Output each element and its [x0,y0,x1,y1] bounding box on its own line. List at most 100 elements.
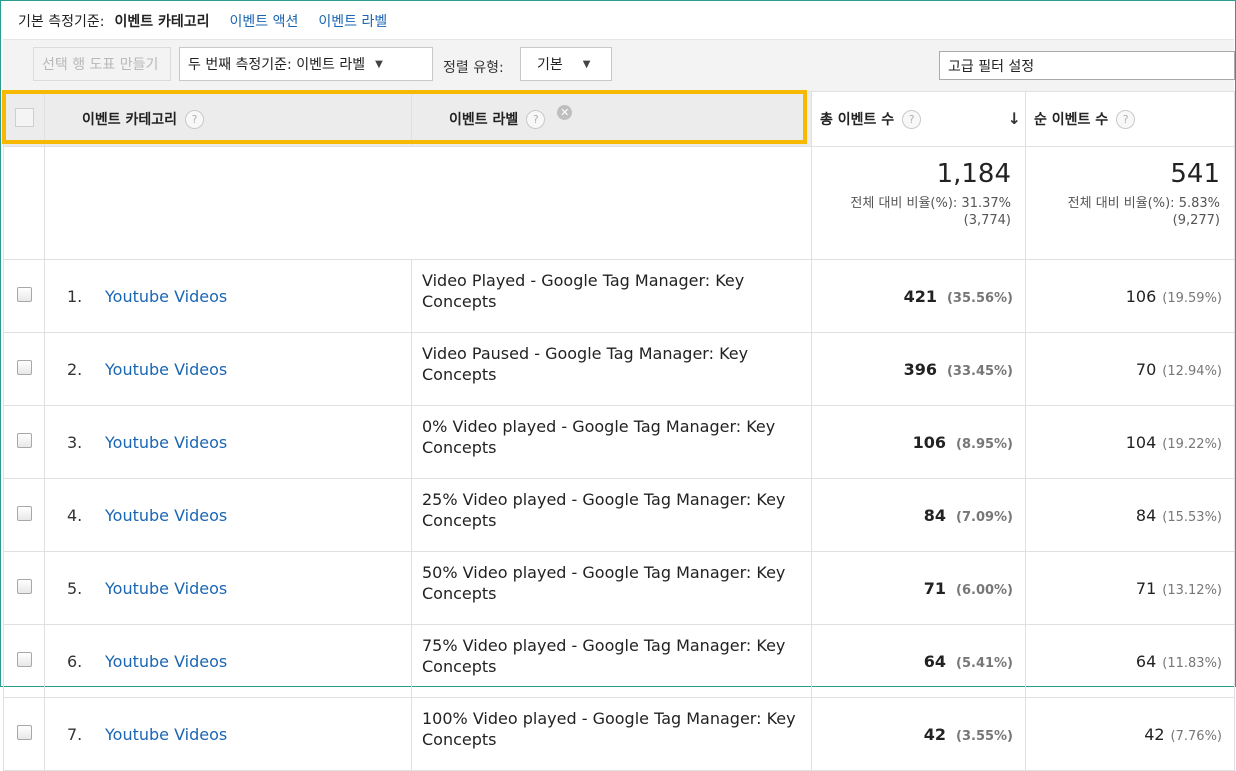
row-checkbox[interactable] [16,286,32,302]
table-row: 1. Youtube Videos Video Played - Google Ta… [3,259,1235,333]
total-events-cell: 42 (3.55%) [811,697,1026,771]
total-events-percent: (35.56%) [946,290,1013,306]
event-label-cell: 0% Video played - Google Tag Manager: Ke… [411,405,812,479]
unique-events-percent: (19.22%) [1162,436,1222,452]
secondary-dimension-dropdown[interactable]: 두 번째 측정기준: 이벤트 라벨 ▼ [179,47,433,81]
header-select-all[interactable] [3,91,45,147]
event-category-link[interactable]: Youtube Videos [105,287,227,306]
event-category-cell: 4. Youtube Videos [44,478,412,552]
dimension-link-event-action[interactable]: 이벤트 액션 [230,11,299,31]
question-circle-icon[interactable]: ? [902,110,922,130]
row-number: 1. [67,286,83,306]
unique-events-percent: (11.83%) [1162,655,1222,671]
secondary-dimension-label: 두 번째 측정기준: 이벤트 라벨 [188,57,366,73]
total-events-percent: (8.95%) [956,436,1013,452]
caret-down-icon: ▼ [582,58,591,70]
question-circle-icon[interactable]: ? [185,110,205,130]
header-total-events[interactable]: 총 이벤트 수? ↓ [811,91,1026,147]
total-events-cell: 84 (7.09%) [811,478,1026,552]
header-event-label[interactable]: 이벤트 라벨 ? ✕ [411,91,812,147]
table-row: 2. Youtube Videos Video Paused - Google Ta… [3,332,1235,406]
event-category-cell: 7. Youtube Videos [44,697,412,771]
unique-events-value: 104 [1125,432,1157,452]
unique-events-cell: 70 (12.94%) [1025,332,1235,406]
header-event-category[interactable]: 이벤트 카테고리? [44,91,412,147]
row-select-cell [3,697,45,771]
header-total-events-label: 총 이벤트 수 [820,111,895,128]
row-number: 2. [67,359,83,379]
total-events-value: 421 [903,286,937,306]
header-unique-events-label: 순 이벤트 수 [1034,111,1109,128]
primary-dimension-bar: 기본 측정기준: 이벤트 카테고리 이벤트 액션 이벤트 라벨 [18,10,387,32]
row-checkbox[interactable] [16,432,32,448]
table-toolbar: 선택 행 도표 만들기 두 번째 측정기준: 이벤트 라벨 ▼ 정렬 유형: 기… [3,39,1235,92]
event-category-cell: 2. Youtube Videos [44,332,412,406]
unique-events-value: 42 [1144,724,1165,744]
total-events-percent: (33.45%) [946,363,1013,379]
total-events-cell: 106 (8.95%) [811,405,1026,479]
summary-unique-value: 541 [1170,159,1220,189]
total-events-percent: (3.55%) [956,728,1013,744]
question-circle-icon[interactable]: ? [1116,110,1136,130]
total-events-percent: (6.00%) [956,582,1013,598]
event-label-cell: 100% Video played - Google Tag Manager: … [411,697,812,771]
table-row: 4. Youtube Videos 25% Video played - Googl… [3,478,1235,552]
row-checkbox[interactable] [16,359,32,375]
total-events-value: 64 [923,651,947,671]
unique-events-value: 70 [1135,359,1157,379]
total-events-cell: 421 (35.56%) [811,259,1026,333]
summary-unique-base: (9,277) [1172,213,1220,228]
row-checkbox[interactable] [16,651,32,667]
event-category-cell: 3. Youtube Videos [44,405,412,479]
event-category-link[interactable]: Youtube Videos [105,433,227,452]
caret-down-icon: ▼ [375,58,383,70]
header-event-category-label: 이벤트 카테고리 [82,111,178,128]
primary-dimension-label: 기본 측정기준: [18,14,105,30]
table-row: 7. Youtube Videos 100% Video played - Goog… [3,697,1235,771]
dimension-link-event-label[interactable]: 이벤트 라벨 [318,11,387,31]
total-events-value: 396 [903,359,937,379]
total-events-value: 84 [923,505,947,525]
event-category-link[interactable]: Youtube Videos [105,579,227,598]
total-events-percent: (7.09%) [956,509,1013,525]
event-category-link[interactable]: Youtube Videos [105,652,227,671]
total-events-value: 42 [923,724,947,744]
total-events-value: 71 [923,578,947,598]
row-select-cell [3,405,45,479]
total-events-value: 106 [912,432,947,452]
summary-total-detail: 전체 대비 비율(%): 31.37% [850,196,1011,211]
event-category-cell: 1. Youtube Videos [44,259,412,333]
select-all-checkbox[interactable] [14,107,34,127]
unique-events-percent: (12.94%) [1162,363,1222,379]
create-chart-button[interactable]: 선택 행 도표 만들기 [33,47,171,81]
unique-events-value: 106 [1125,286,1157,306]
close-circle-icon[interactable]: ✕ [557,104,573,120]
summary-total-base: (3,774) [963,213,1011,228]
event-category-link[interactable]: Youtube Videos [105,506,227,525]
sort-type-dropdown[interactable]: 기본 ▼ [520,47,612,81]
report-table: 이벤트 카테고리? 이벤트 라벨 ? ✕ 총 이벤트 수? ↓ 순 이벤트 수? 1… [3,91,1235,771]
header-unique-events[interactable]: 순 이벤트 수? [1025,91,1235,147]
primary-dimension-current: 이벤트 카테고리 [114,14,210,30]
total-events-percent: (5.41%) [956,655,1013,671]
row-number: 7. [67,724,83,744]
row-checkbox[interactable] [16,724,32,740]
total-events-cell: 396 (33.45%) [811,332,1026,406]
table-row: 3. Youtube Videos 0% Video played - Google… [3,405,1235,479]
event-category-link[interactable]: Youtube Videos [105,725,227,744]
row-select-cell [3,332,45,406]
summary-unique-events: 541 전체 대비 비율(%): 5.83% (9,277) [1025,146,1235,260]
advanced-filter-input[interactable]: 고급 필터 설정 [939,51,1235,80]
event-label-cell: 25% Video played - Google Tag Manager: K… [411,478,812,552]
event-category-link[interactable]: Youtube Videos [105,360,227,379]
unique-events-cell: 84 (15.53%) [1025,478,1235,552]
row-checkbox[interactable] [16,578,32,594]
row-checkbox[interactable] [16,505,32,521]
unique-events-percent: (15.53%) [1162,509,1222,525]
summary-unique-detail: 전체 대비 비율(%): 5.83% [1067,196,1220,211]
table-header-row: 이벤트 카테고리? 이벤트 라벨 ? ✕ 총 이벤트 수? ↓ 순 이벤트 수? [3,91,1235,147]
unique-events-cell: 106 (19.59%) [1025,259,1235,333]
summary-total-value: 1,184 [936,159,1011,189]
event-label-cell: Video Paused - Google Tag Manager: Key C… [411,332,812,406]
question-circle-icon[interactable]: ? [526,110,546,130]
